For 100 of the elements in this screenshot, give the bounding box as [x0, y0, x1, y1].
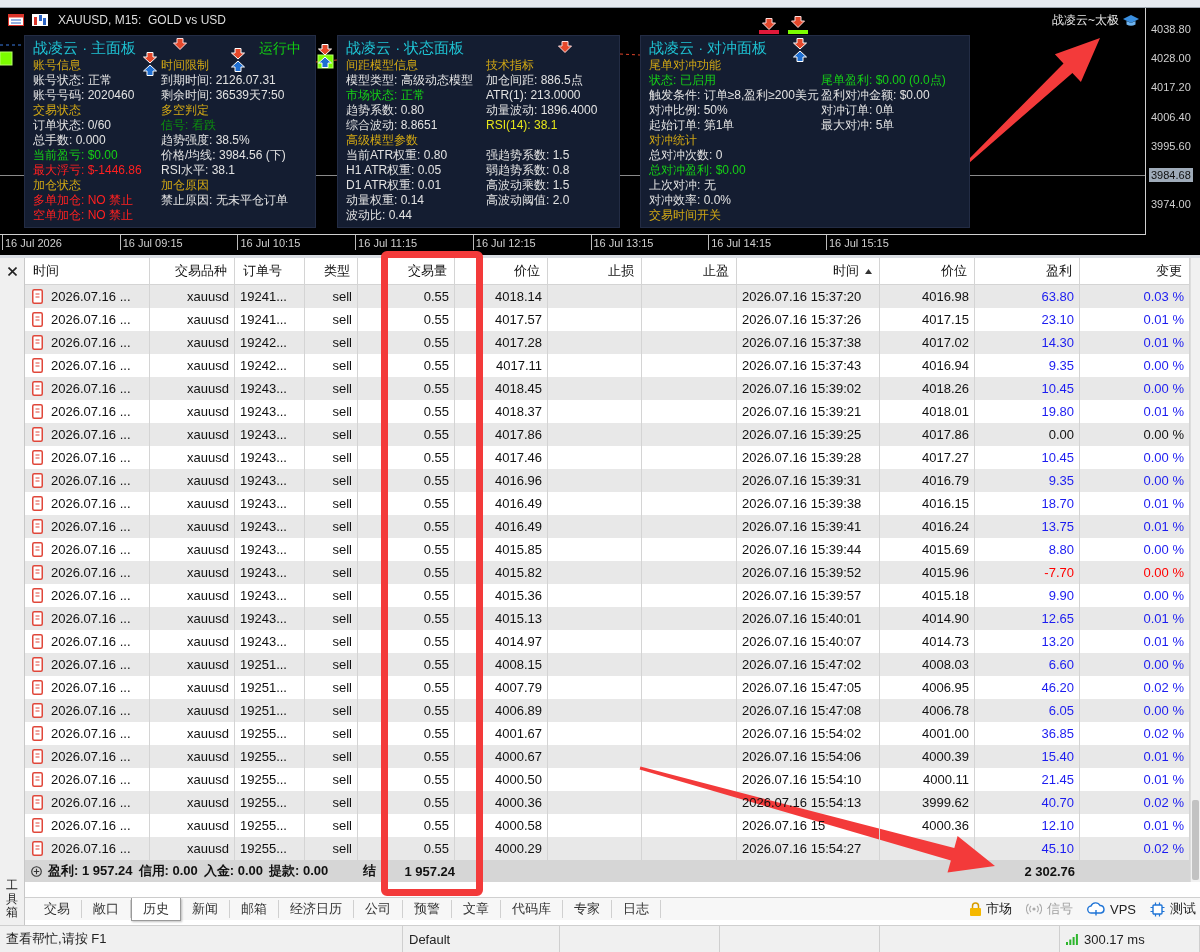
panel-text: 账号号码: 2020460 — [33, 88, 135, 103]
tab[interactable]: 经济日历 — [279, 900, 354, 918]
time-label: 16 Jul 09:15 — [119, 235, 183, 250]
panel-text: 趋势强度: 38.5% — [161, 133, 250, 148]
column-header[interactable]: 盈利 — [975, 258, 1080, 284]
column-header[interactable]: 时间 — [25, 258, 150, 284]
panel-text: ATR(1): 213.0000 — [486, 88, 581, 103]
summary-text: 结 — [363, 862, 376, 880]
table-cell-text: 2026.07.16 ... — [51, 541, 131, 559]
time-label: 16 Jul 15:15 — [825, 235, 889, 250]
table-row[interactable]: 2026.07.16 ... xauusd 19241... sell 0.55 4018.14 2026.07.16 15:37:20 4016.98 63.80 0.03 % — [25, 285, 1190, 308]
column-header[interactable]: 交易量 — [358, 258, 455, 284]
panel-text: 加仓间距: 886.5点 — [486, 73, 583, 88]
table-cell-text: 2026.07.16 ... — [51, 817, 131, 835]
down-arrow-icon — [791, 16, 805, 28]
document-icon — [32, 657, 43, 672]
bar-chart-icon[interactable] — [32, 14, 48, 26]
panel-text: H1 ATR权重: 0.05 — [346, 163, 442, 178]
document-icon — [32, 588, 43, 603]
panel-text: 最大对冲: 5单 — [821, 118, 895, 133]
document-icon — [32, 542, 43, 557]
toolbox-label[interactable]: 工具箱 — [6, 879, 18, 919]
column-header[interactable]: 时间 — [737, 258, 880, 284]
document-icon — [32, 473, 43, 488]
table-row[interactable]: 2026.07.16 ... xauusd 19255... sell 0.55 4000.67 2026.07.16 15:54:06 4000.39 15.40 0.01 % — [25, 745, 1190, 768]
tab[interactable]: 文章 — [452, 900, 501, 918]
price-label: 4038.80 — [1150, 22, 1192, 36]
table-cell-text: 2026.07.16 ... — [51, 679, 131, 697]
panel-text: 对冲订单: 0单 — [821, 103, 895, 118]
panel-heading: 交易状态 — [33, 103, 81, 118]
table-cell-text: 2026.07.16 ... — [51, 380, 131, 398]
tab[interactable]: 历史 — [131, 898, 181, 921]
column-header[interactable]: 交易品种 — [150, 258, 235, 284]
panel-heading: 时间限制 — [161, 58, 209, 73]
document-icon — [32, 450, 43, 465]
tab[interactable]: 预警 — [403, 900, 452, 918]
panel-text: 综合波动: 8.8651 — [346, 118, 438, 133]
dashed-line — [315, 59, 338, 63]
panel-text: 账号状态: 正常 — [33, 73, 112, 88]
panel-title: 战凌云 · 状态面板 — [346, 39, 465, 58]
arrow-pair-icon — [793, 38, 807, 62]
document-icon — [32, 404, 43, 419]
panel-text: 到期时间: 2126.07.31 — [161, 73, 276, 88]
tab[interactable]: 代码库 — [501, 900, 563, 918]
table-row[interactable]: 2026.07.16 ... xauusd 19243... sell 0.55 4015.82 2026.07.16 15:39:52 4015.96 -7.70 0.00 % — [25, 561, 1190, 584]
column-header[interactable]: 订单号 — [235, 258, 305, 284]
panel-text: 动量波动: 1896.4000 — [486, 103, 598, 118]
down-arrow-icon — [558, 41, 572, 53]
table-row[interactable]: 2026.07.16 ... xauusd 19251... sell 0.55 4008.15 2026.07.16 15:47:02 4008.03 6.60 0.00 % — [25, 653, 1190, 676]
column-header[interactable]: 价位 — [880, 258, 975, 284]
table-cell-text: 2026.07.16 ... — [51, 495, 131, 513]
panel-text: 当前ATR权重: 0.80 — [346, 148, 448, 163]
column-header[interactable]: 止损 — [548, 258, 642, 284]
chip-icon — [1150, 901, 1165, 917]
panel-text: RSI(14): 38.1 — [486, 118, 558, 133]
tab[interactable]: 交易 — [33, 900, 82, 918]
table-row[interactable]: 2026.07.16 ... xauusd 19243... sell 0.55 4016.96 2026.07.16 15:39:31 4016.79 9.35 0.00 % — [25, 469, 1190, 492]
panel-text: 剩余时间: 36539天7:50 — [161, 88, 285, 103]
tab[interactable]: 日志 — [612, 900, 661, 918]
panel-text: 强趋势系数: 1.5 — [486, 148, 570, 163]
tab[interactable]: 公司 — [354, 900, 403, 918]
expand-icon[interactable] — [31, 865, 42, 877]
panel-text: 尾单盈利: $0.00 (0.0点) — [821, 73, 946, 88]
table-cell-text: 2026.07.16 ... — [51, 288, 131, 306]
tab[interactable]: 专家 — [563, 900, 612, 918]
column-header[interactable]: 类型 — [305, 258, 358, 284]
table-row[interactable]: 2026.07.16 ... xauusd 19243... sell 0.55 4017.86 2026.07.16 15:39:25 4017.86 0.00 0.00 % — [25, 423, 1190, 446]
panel-text: 空单加仓: NO 禁止 — [33, 208, 133, 223]
summary-text: 入金: 0.00 — [203, 862, 264, 880]
close-icon[interactable] — [7, 267, 17, 276]
panel-text: 趋势系数: 0.80 — [346, 103, 425, 118]
time-label: 16 Jul 14:15 — [708, 235, 772, 250]
help-text: 查看帮忙,请按 F1 — [6, 930, 107, 948]
lock-icon — [970, 902, 981, 916]
profile-name[interactable]: Default — [409, 931, 451, 947]
tab[interactable]: 邮箱 — [230, 900, 279, 918]
document-icon — [32, 772, 43, 787]
broadcast-icon — [1026, 903, 1042, 915]
scrollbar[interactable] — [1190, 258, 1200, 882]
table-row[interactable]: 2026.07.16 ... xauusd 19255... sell 0.55 4000.29 2026.07.16 15:54:27 45.10 0.02 % — [25, 837, 1190, 860]
panel-heading: 交易时间开关 — [649, 208, 721, 223]
table-row[interactable]: 2026.07.16 ... xauusd 19243... sell 0.55 4018.45 2026.07.16 15:39:02 4018.26 10.45 0.00 % — [25, 377, 1190, 400]
tab[interactable]: 新闻 — [181, 900, 230, 918]
table-row[interactable]: 2026.07.16 ... xauusd 19243... sell 0.55 4015.13 2026.07.16 15:40:01 4014.90 12.65 0.01 % — [25, 607, 1190, 630]
toolbar-button[interactable]: 市场 — [970, 900, 1012, 918]
document-icon — [32, 496, 43, 511]
toolbar-button[interactable]: 测试 — [1150, 900, 1196, 918]
table-icon[interactable] — [8, 14, 24, 26]
panel-text: 状态: 已启用 — [649, 73, 716, 88]
column-header[interactable]: 价位 — [483, 258, 548, 284]
panel-text: D1 ATR权重: 0.01 — [346, 178, 442, 193]
column-header[interactable]: 止盈 — [642, 258, 737, 284]
table-row[interactable]: 2026.07.16 ... xauusd 19242... sell 0.55 4017.28 2026.07.16 15:37:38 4017.02 14.30 0.01 % — [25, 331, 1190, 354]
total-profit: 2 302.76 — [1023, 863, 1076, 879]
table-cell-text: 2026.07.16 ... — [51, 472, 131, 490]
table-row[interactable]: 2026.07.16 ... xauusd 19251... sell 0.55 4006.89 2026.07.16 15:47:08 4006.78 6.05 0.00 % — [25, 699, 1190, 722]
table-row[interactable]: 2026.07.16 ... xauusd 19243... sell 0.55 4016.49 2026.07.16 15:39:41 4016.24 13.75 0.01 % — [25, 515, 1190, 538]
toolbar-button[interactable]: VPS — [1087, 901, 1136, 917]
document-icon — [32, 289, 43, 304]
sort-arrow-icon — [865, 268, 872, 274]
